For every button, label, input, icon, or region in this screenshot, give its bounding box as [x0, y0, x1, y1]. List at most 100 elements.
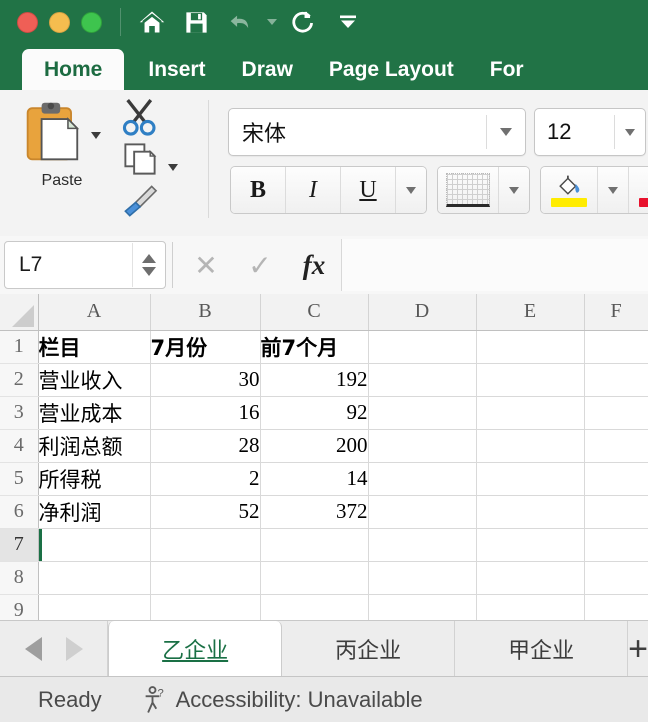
cell-a4[interactable]: 利润总额	[38, 429, 151, 463]
cell-d1[interactable]	[368, 330, 477, 364]
cell-a7[interactable]	[38, 528, 151, 562]
italic-button[interactable]: I	[286, 167, 341, 213]
sheet-tab-bing-qiye[interactable]: 丙企业	[282, 621, 456, 677]
previous-sheet-icon[interactable]	[24, 637, 42, 661]
cell-c9[interactable]	[260, 594, 369, 620]
cell-b6[interactable]: 52	[150, 495, 261, 529]
copy-dropdown-icon[interactable]	[168, 163, 178, 171]
cell-e6[interactable]	[476, 495, 585, 529]
cell-d4[interactable]	[368, 429, 477, 463]
save-icon[interactable]	[175, 3, 217, 41]
column-header-d[interactable]: D	[368, 294, 477, 331]
borders-dropdown-icon[interactable]	[499, 167, 529, 213]
cell-e3[interactable]	[476, 396, 585, 430]
sheet-tab-jia-qiye[interactable]: 甲企业	[455, 621, 629, 677]
cell-f1[interactable]	[584, 330, 648, 364]
home-icon[interactable]	[131, 3, 173, 41]
cell-d2[interactable]	[368, 363, 477, 397]
cell-a8[interactable]	[38, 561, 151, 595]
row-header[interactable]: 7	[0, 528, 39, 562]
select-all-corner[interactable]	[0, 294, 39, 331]
font-name-combo[interactable]: 宋体	[228, 108, 526, 156]
underline-button[interactable]: U	[341, 167, 396, 213]
row-header[interactable]: 6	[0, 495, 39, 529]
font-size-dropdown-icon[interactable]	[615, 128, 645, 136]
name-box-spinner[interactable]	[132, 243, 165, 287]
cell-d6[interactable]	[368, 495, 477, 529]
column-header-e[interactable]: E	[476, 294, 585, 331]
cell-b2[interactable]: 30	[150, 363, 261, 397]
cell-c8[interactable]	[260, 561, 369, 595]
spinner-up-icon[interactable]	[142, 254, 156, 263]
tab-page-layout[interactable]: Page Layout	[311, 50, 472, 90]
copy-button[interactable]	[118, 138, 198, 180]
cell-b7[interactable]	[150, 528, 261, 562]
tab-draw[interactable]: Draw	[224, 50, 311, 90]
confirm-formula-icon[interactable]: ✓	[233, 240, 287, 290]
maximize-button[interactable]	[81, 11, 102, 33]
format-painter-button[interactable]	[118, 180, 198, 222]
undo-icon[interactable]	[219, 3, 261, 41]
cell-e7[interactable]	[476, 528, 585, 562]
paste-button[interactable]: Paste	[0, 90, 124, 230]
row-header[interactable]: 3	[0, 396, 39, 430]
cell-c5[interactable]: 14	[260, 462, 369, 496]
sheet-tab-yi-qiye[interactable]: 乙企业	[108, 621, 283, 677]
cell-d5[interactable]	[368, 462, 477, 496]
cell-a3[interactable]: 营业成本	[38, 396, 151, 430]
tab-home[interactable]: Home	[22, 49, 125, 90]
cell-a5[interactable]: 所得税	[38, 462, 151, 496]
column-header-c[interactable]: C	[260, 294, 369, 331]
cell-b9[interactable]	[150, 594, 261, 620]
cell-c1[interactable]: 前7个月	[260, 330, 369, 364]
cell-f2[interactable]	[584, 363, 648, 397]
spinner-down-icon[interactable]	[142, 267, 156, 276]
close-button[interactable]	[17, 11, 38, 33]
next-sheet-icon[interactable]	[65, 637, 83, 661]
cell-e5[interactable]	[476, 462, 585, 496]
cell-e9[interactable]	[476, 594, 585, 620]
cell-d3[interactable]	[368, 396, 477, 430]
fill-color-dropdown-icon[interactable]	[598, 167, 629, 213]
cell-f7[interactable]	[584, 528, 648, 562]
cancel-formula-icon[interactable]: ✕	[179, 240, 233, 290]
undo-dropdown-icon[interactable]	[263, 3, 281, 41]
cell-a1[interactable]: 栏目	[38, 330, 151, 364]
tab-insert[interactable]: Insert	[130, 50, 223, 90]
cell-c7[interactable]	[260, 528, 369, 562]
column-header-f[interactable]: F	[584, 294, 648, 331]
cell-c6[interactable]: 372	[260, 495, 369, 529]
row-header[interactable]: 9	[0, 594, 39, 620]
font-size-combo[interactable]: 12	[534, 108, 646, 156]
cell-f5[interactable]	[584, 462, 648, 496]
name-box[interactable]: L7	[4, 241, 166, 289]
cell-f3[interactable]	[584, 396, 648, 430]
cell-a6[interactable]: 净利润	[38, 495, 151, 529]
cell-b4[interactable]: 28	[150, 429, 261, 463]
cell-e2[interactable]	[476, 363, 585, 397]
cell-b1[interactable]: 7月份	[150, 330, 261, 364]
cell-a2[interactable]: 营业收入	[38, 363, 151, 397]
row-header[interactable]: 8	[0, 561, 39, 595]
cell-f4[interactable]	[584, 429, 648, 463]
row-header[interactable]: 5	[0, 462, 39, 496]
cell-c4[interactable]: 200	[260, 429, 369, 463]
cell-c2[interactable]: 192	[260, 363, 369, 397]
minimize-button[interactable]	[49, 11, 70, 33]
cell-d9[interactable]	[368, 594, 477, 620]
cell-f9[interactable]	[584, 594, 648, 620]
column-header-a[interactable]: A	[38, 294, 151, 331]
cell-e8[interactable]	[476, 561, 585, 595]
row-header[interactable]: 4	[0, 429, 39, 463]
accessibility-status[interactable]: ? Accessibility: Unavailable	[142, 685, 423, 715]
row-header[interactable]: 2	[0, 363, 39, 397]
cell-b3[interactable]: 16	[150, 396, 261, 430]
fill-color-button[interactable]	[541, 167, 598, 213]
font-name-dropdown-icon[interactable]	[487, 128, 525, 136]
insert-function-icon[interactable]: fx	[287, 240, 341, 290]
cell-e4[interactable]	[476, 429, 585, 463]
tab-formulas[interactable]: For	[472, 50, 542, 90]
customize-toolbar-icon[interactable]	[327, 3, 369, 41]
redo-icon[interactable]	[283, 3, 325, 41]
cell-d8[interactable]	[368, 561, 477, 595]
